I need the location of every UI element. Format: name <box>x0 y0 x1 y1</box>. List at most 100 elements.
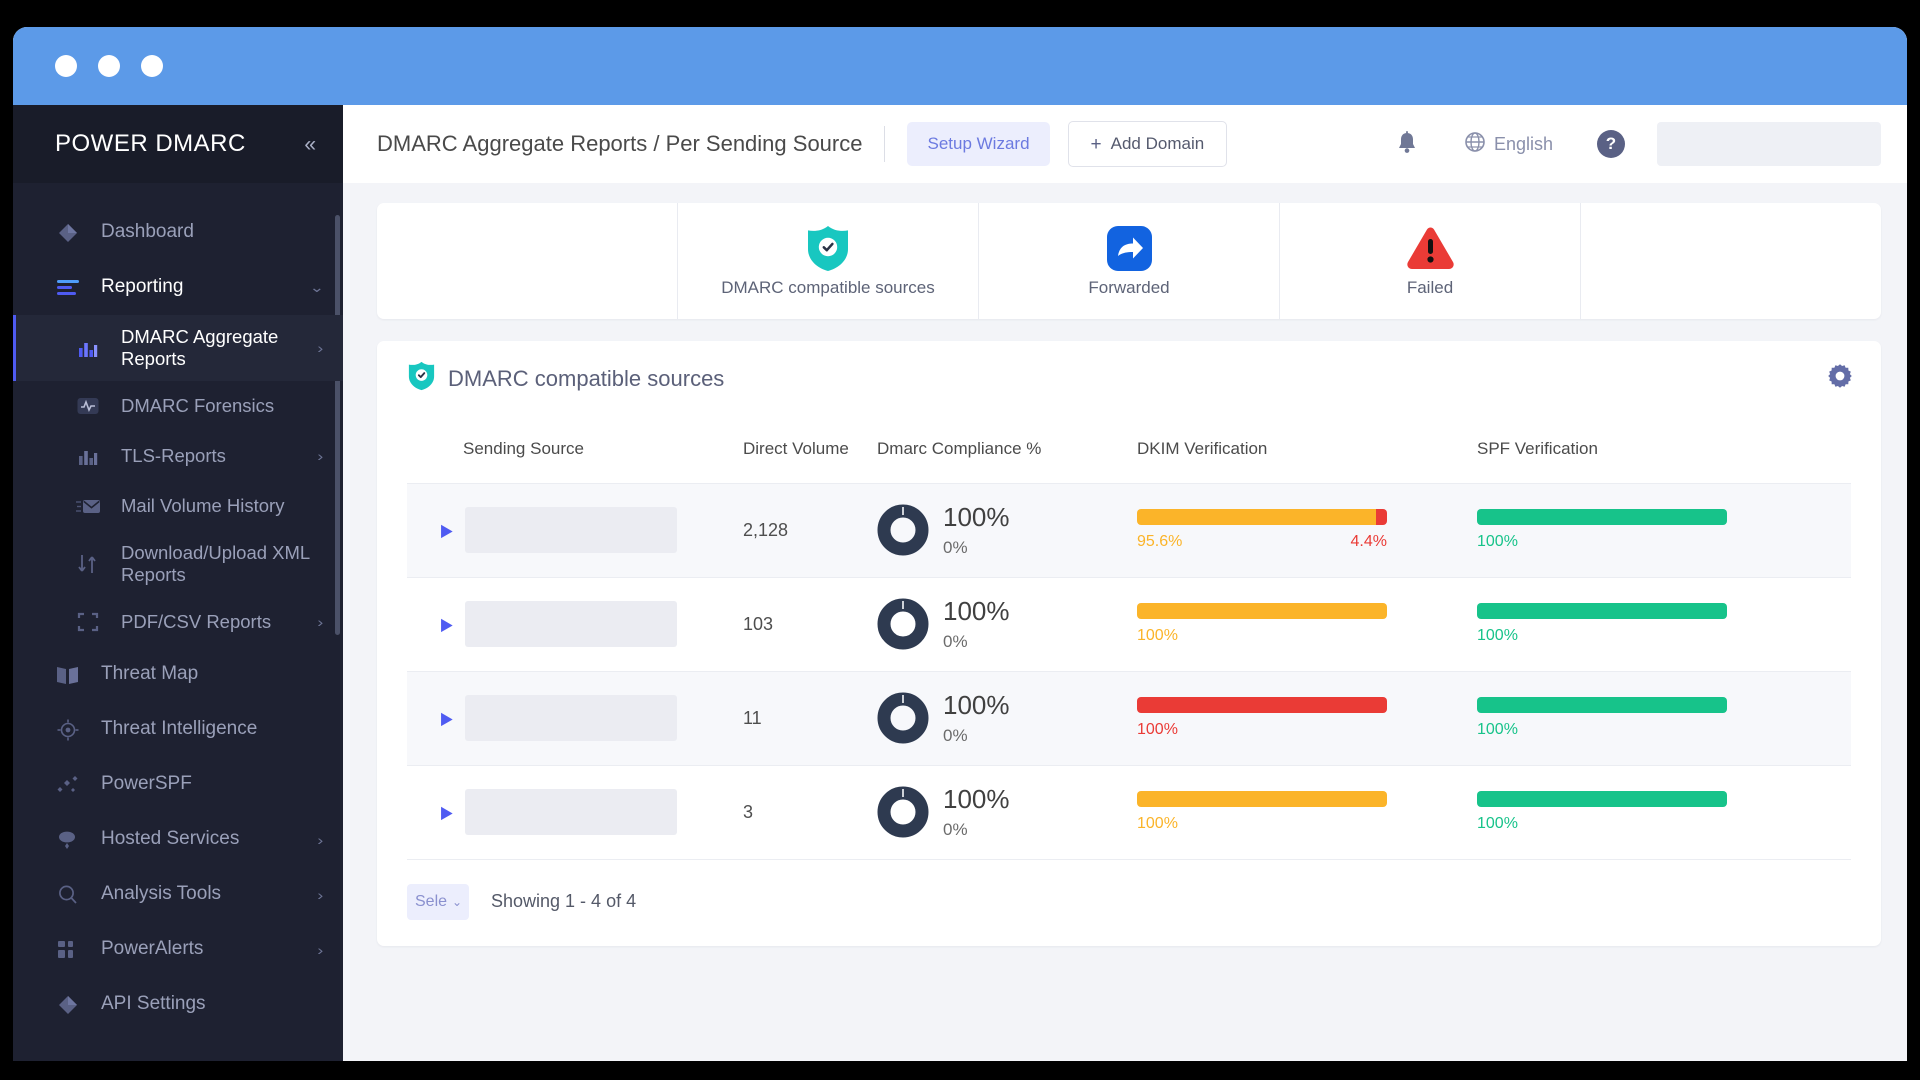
direct-volume-value: 11 <box>743 707 762 728</box>
cell-direct-volume: 2,128 <box>743 483 877 578</box>
frame-icon <box>75 609 101 635</box>
plus-icon: + <box>1090 133 1102 155</box>
language-selector[interactable]: English <box>1465 131 1553 157</box>
sidebar-item-mail-volume-history[interactable]: Mail Volume History <box>13 481 343 531</box>
summary-tab-forwarded[interactable]: Forwarded <box>979 203 1280 319</box>
cell-sending-source <box>463 483 743 578</box>
rows-per-page-select[interactable]: Sele ⌄ <box>407 883 469 920</box>
bar-segment <box>1137 603 1387 620</box>
dmarc-compatible-sources-panel: DMARC compatible sources Sending Source … <box>377 341 1881 946</box>
gear-icon[interactable] <box>1827 363 1853 394</box>
search-input[interactable] <box>1657 122 1881 166</box>
table-row[interactable]: ▶ 103 100% 0% 100% 100% <box>407 577 1851 672</box>
caret-right-icon[interactable]: ▶ <box>407 802 453 823</box>
sidebar-item-threat-map[interactable]: Threat Map <box>13 647 343 702</box>
summary-tab-failed[interactable]: Failed <box>1280 203 1581 319</box>
spf-bar: 100% <box>1477 697 1851 739</box>
table-row[interactable]: ▶ 3 100% 0% 100% 100% <box>407 765 1851 860</box>
sidebar-item-label: PDF/CSV Reports <box>121 610 272 632</box>
caret-right-icon[interactable]: ▶ <box>407 520 453 541</box>
cell-expand: ▶ <box>407 765 463 860</box>
grid-icon <box>55 937 81 963</box>
brand-logo[interactable]: POWER DMARC <box>55 130 246 158</box>
table-row[interactable]: ▶ 2,128 100% 0% 95.6% 4.4% 100% <box>407 483 1851 578</box>
sidebar-item-tls-reports[interactable]: TLS-Reports › <box>13 431 343 481</box>
brand-logo-text: POWER DMARC <box>55 130 246 157</box>
bar-label: 4.4% <box>1350 533 1387 551</box>
panel-header: DMARC compatible sources <box>377 341 1881 416</box>
bar-label: 100% <box>1477 815 1518 833</box>
bar-segment <box>1137 509 1376 526</box>
bar-label: 100% <box>1477 721 1518 739</box>
bar-chart-icon <box>75 443 101 469</box>
bell-icon[interactable] <box>1395 131 1419 157</box>
bar-label: 100% <box>1477 533 1518 551</box>
sidebar-item-label: PowerAlerts <box>101 938 204 960</box>
shield-check-icon <box>805 225 851 272</box>
spf-bar: 100% <box>1477 603 1851 645</box>
breadcrumb: DMARC Aggregate Reports / Per Sending So… <box>377 131 863 156</box>
bar-labels: 95.6% 4.4% <box>1137 533 1387 551</box>
bar-label: 100% <box>1137 721 1178 739</box>
cell-spf-verification: 100% <box>1477 577 1851 672</box>
window-minimize-dot[interactable] <box>98 55 120 77</box>
th-direct-volume: Direct Volume <box>743 416 877 484</box>
sidebar-item-pdf-csv-reports[interactable]: PDF/CSV Reports › <box>13 597 343 647</box>
chevron-down-icon: ⌄ <box>452 894 463 909</box>
bar-labels: 100% <box>1477 627 1727 645</box>
add-domain-button[interactable]: + Add Domain <box>1067 121 1228 167</box>
sidebar-item-dmarc-forensics[interactable]: DMARC Forensics <box>13 381 343 431</box>
spf-bar: 100% <box>1477 791 1851 833</box>
window-titlebar <box>13 27 1907 105</box>
sidebar-item-dmarc-aggregate-reports[interactable]: DMARC Aggregate Reports › <box>13 315 343 381</box>
sidebar-nav: Dashboard Reporting ⌄ DMARC Aggregate Re… <box>13 183 343 1061</box>
caret-right-icon[interactable]: ▶ <box>407 708 453 729</box>
cell-spf-verification: 100% <box>1477 483 1851 578</box>
sidebar-item-download-upload-xml-reports[interactable]: Download/Upload XML Reports <box>13 531 343 597</box>
cell-direct-volume: 11 <box>743 671 877 766</box>
app-window: POWER DMARC « Dashboard Reporting ⌄ DMAR… <box>13 27 1907 1061</box>
sidebar-item-reporting[interactable]: Reporting ⌄ <box>13 260 343 315</box>
dkim-bar: 100% <box>1137 697 1477 739</box>
cell-dkim-verification: 95.6% 4.4% <box>1137 483 1477 578</box>
bar-segment <box>1477 603 1727 620</box>
sidebar-item-powerspf[interactable]: PowerSPF <box>13 757 343 812</box>
chevron-right-icon: › <box>317 886 324 903</box>
help-icon[interactable]: ? <box>1597 130 1625 158</box>
sidebar-collapse-icon[interactable]: « <box>304 134 317 155</box>
summary-tab-label: Forwarded <box>1088 277 1170 297</box>
th-sending-source: Sending Source <box>463 416 743 484</box>
summary-tab-dmarc-compatible-sources[interactable]: DMARC compatible sources <box>678 203 979 319</box>
chevron-right-icon: › <box>317 448 324 464</box>
bar-segment <box>1376 509 1387 526</box>
sidebar-item-hosted-services[interactable]: Hosted Services › <box>13 812 343 867</box>
cell-sending-source <box>463 577 743 672</box>
sidebar-item-label: Threat Intelligence <box>101 718 258 740</box>
dmarc-compliance-donut <box>877 504 929 556</box>
bar-segment <box>1477 509 1727 526</box>
setup-wizard-button[interactable]: Setup Wizard <box>907 122 1050 166</box>
window-maximize-dot[interactable] <box>141 55 163 77</box>
target-icon <box>55 717 81 743</box>
dmarc-compliance-donut <box>877 786 929 838</box>
sidebar-item-api-settings[interactable]: API Settings <box>13 977 343 1032</box>
summary-tabs: DMARC compatible sources Forwarded Faile… <box>377 203 1881 319</box>
caret-right-icon[interactable]: ▶ <box>407 614 453 635</box>
bar-labels: 100% <box>1137 627 1387 645</box>
sidebar-item-dashboard[interactable]: Dashboard <box>13 205 343 260</box>
cell-dkim-verification: 100% <box>1137 765 1477 860</box>
bar-label: 100% <box>1137 627 1178 645</box>
sidebar-item-threat-intelligence[interactable]: Threat Intelligence <box>13 702 343 757</box>
cell-expand: ▶ <box>407 577 463 672</box>
sidebar-item-analysis-tools[interactable]: Analysis Tools › <box>13 867 343 922</box>
table-row[interactable]: ▶ 11 100% 0% 100% 100% <box>407 671 1851 766</box>
sidebar-item-poweralerts[interactable]: PowerAlerts › <box>13 922 343 977</box>
forward-arrow-icon <box>1106 225 1153 272</box>
sending-source-redacted <box>465 695 677 742</box>
sidebar-item-label: DMARC Aggregate Reports <box>121 325 279 369</box>
main-area: DMARC Aggregate Reports / Per Sending So… <box>343 105 1907 1061</box>
envelope-icon <box>75 493 101 519</box>
dmarc-pass-value: 100% <box>943 784 1010 815</box>
dkim-bar: 100% <box>1137 603 1477 645</box>
window-close-dot[interactable] <box>55 55 77 77</box>
